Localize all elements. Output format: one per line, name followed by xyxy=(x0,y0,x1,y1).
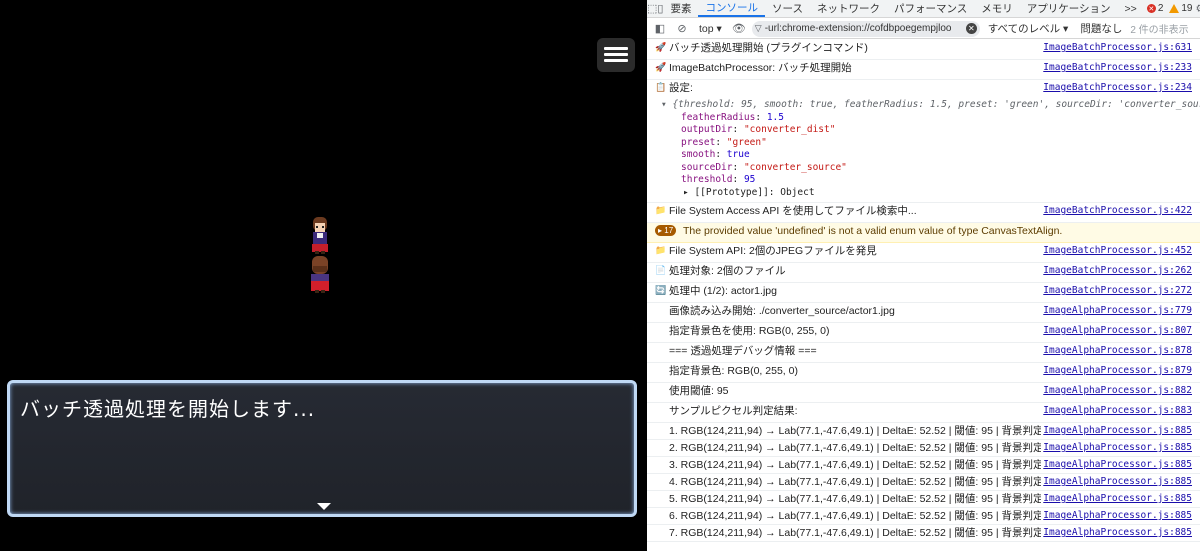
console-row: 📄 処理対象: 2個のファイル ImageBatchProcessor.js:2… xyxy=(647,263,1200,283)
context-selector[interactable]: top ▾ xyxy=(695,23,726,35)
console-row: 指定背景色を使用: RGB(0, 255, 0) ImageAlphaProce… xyxy=(647,323,1200,343)
console-row: 🚀 バッチ透過処理開始 (プラグインコマンド) ImageBatchProces… xyxy=(647,40,1200,60)
source-link[interactable]: ImageAlphaProcessor.js:883 xyxy=(1041,405,1192,417)
warning-icon xyxy=(1169,4,1180,13)
source-link[interactable]: ImageAlphaProcessor.js:885 xyxy=(1041,527,1192,539)
hidden-count: 2 件の非表示 xyxy=(1130,25,1189,36)
more-tabs-button[interactable]: >> xyxy=(1118,0,1144,17)
error-icon: ✕ xyxy=(1146,4,1156,13)
warning-repeat-count[interactable]: ▸ 17 xyxy=(655,225,677,236)
console-row: サンプルピクセル判定結果: ImageAlphaProcessor.js:883 xyxy=(647,403,1200,423)
live-expression-eye-icon[interactable]: 👁 xyxy=(730,21,748,37)
document-icon: 📄 xyxy=(655,265,667,275)
console-row: === 透過処理デバッグ情報 === ImageAlphaProcessor.j… xyxy=(647,343,1200,363)
sidebar-toggle-icon[interactable]: ◧ xyxy=(651,21,669,37)
source-link[interactable]: ImageBatchProcessor.js:234 xyxy=(1041,82,1192,94)
tab-network[interactable]: ネットワーク xyxy=(810,0,887,17)
warning-row[interactable]: ▸ 17 The provided value 'undefined' is n… xyxy=(647,223,1200,243)
tab-elements[interactable]: 要素 xyxy=(663,0,698,17)
clear-filter-icon[interactable]: ✕ xyxy=(965,23,977,34)
tab-sources[interactable]: ソース xyxy=(765,0,810,17)
follower-sprite xyxy=(311,256,329,293)
refresh-icon: 🔄 xyxy=(655,285,667,295)
console-messages[interactable]: 🚀 バッチ透過処理開始 (プラグインコマンド) ImageBatchProces… xyxy=(647,40,1200,551)
source-link[interactable]: ImageAlphaProcessor.js:779 xyxy=(1041,305,1192,317)
console-row: 指定背景色: RGB(0, 255, 0) ImageAlphaProcesso… xyxy=(647,363,1200,383)
object-property: preset: "green" xyxy=(681,136,767,148)
issues-button[interactable]: 問題なし xyxy=(1076,21,1126,36)
object-property: outputDir: "converter_dist" xyxy=(681,124,836,135)
source-link[interactable]: ImageAlphaProcessor.js:885 xyxy=(1041,459,1192,471)
console-row: 🔄 処理中 (1/2): actor1.jpg ImageBatchProces… xyxy=(647,283,1200,303)
prototype-toggle[interactable]: ▸ [[Prototype]]: Object xyxy=(647,187,1200,203)
sample-pixel-row: 4. RGB(124,211,94) → Lab(77.1,-47.6,49.1… xyxy=(647,474,1200,491)
clear-console-icon[interactable]: ⊘ xyxy=(673,21,691,37)
tab-application[interactable]: アプリケーション xyxy=(1020,0,1118,17)
sample-pixel-row: 1. RGB(124,211,94) → Lab(77.1,-47.6,49.1… xyxy=(647,423,1200,440)
hamburger-menu-button[interactable] xyxy=(597,38,635,72)
console-row: 使用閾値: 95 ImageAlphaProcessor.js:882 xyxy=(647,383,1200,403)
console-toolbar: ◧ ⊘ top ▾ 👁 ▽ ✕ すべてのレベル ▾ 問題なし 2 件の非表示 xyxy=(647,19,1200,39)
sample-pixel-row: 7. RGB(124,211,94) → Lab(77.1,-47.6,49.1… xyxy=(647,525,1200,542)
source-link[interactable]: ImageBatchProcessor.js:631 xyxy=(1041,42,1192,54)
folder-icon: 📁 xyxy=(655,205,667,215)
inspect-element-icon[interactable]: ⬚ xyxy=(647,0,657,17)
source-link[interactable]: ImageBatchProcessor.js:262 xyxy=(1041,265,1192,277)
object-property: featherRadius: 1.5 xyxy=(681,111,784,123)
source-link[interactable]: ImageBatchProcessor.js:422 xyxy=(1041,205,1192,217)
menu-bar-icon xyxy=(604,53,628,56)
sample-pixel-row: 2. RGB(124,211,94) → Lab(77.1,-47.6,49.1… xyxy=(647,440,1200,457)
source-link[interactable]: ImageAlphaProcessor.js:882 xyxy=(1041,385,1192,397)
rocket-icon: 🚀 xyxy=(655,42,667,52)
log-levels-dropdown[interactable]: すべてのレベル ▾ xyxy=(984,21,1073,36)
sample-pixel-row: 6. RGB(124,211,94) → Lab(77.1,-47.6,49.1… xyxy=(647,508,1200,525)
error-count-badge[interactable]: ✕ 2 xyxy=(1144,0,1167,17)
source-link[interactable]: ImageBatchProcessor.js:233 xyxy=(1041,62,1192,74)
source-link[interactable]: ImageAlphaProcessor.js:885 xyxy=(1041,510,1192,522)
object-summary[interactable]: ▾ {threshold: 95, smooth: true, featherR… xyxy=(647,99,1200,112)
object-property: threshold: 95 xyxy=(681,174,756,185)
menu-bar-icon xyxy=(604,59,628,62)
game-canvas[interactable]: バッチ透過処理を開始します... xyxy=(0,0,647,551)
source-link[interactable]: ImageAlphaProcessor.js:879 xyxy=(1041,365,1192,377)
source-link[interactable]: ImageAlphaProcessor.js:885 xyxy=(1041,425,1192,437)
continue-arrow-icon xyxy=(317,503,331,510)
clipboard-icon: 📋 xyxy=(655,82,667,92)
actor-sprite xyxy=(312,217,328,254)
rocket-icon: 🚀 xyxy=(655,62,667,72)
source-link[interactable]: ImageAlphaProcessor.js:885 xyxy=(1041,476,1192,488)
source-link[interactable]: ImageAlphaProcessor.js:885 xyxy=(1041,493,1192,505)
filter-box[interactable]: ▽ ✕ xyxy=(751,20,980,37)
filter-icon: ▽ xyxy=(754,23,762,33)
source-link[interactable]: ImageBatchProcessor.js:452 xyxy=(1041,245,1192,257)
tab-console[interactable]: コンソール xyxy=(698,0,765,17)
source-link[interactable]: ImageAlphaProcessor.js:878 xyxy=(1041,345,1192,357)
object-property: sourceDir: "converter_source" xyxy=(681,161,847,173)
tab-performance[interactable]: パフォーマンス xyxy=(887,0,974,17)
menu-bar-icon xyxy=(604,47,628,50)
console-row: 📋 設定: ImageBatchProcessor.js:234 xyxy=(655,82,1192,94)
devtools-tab-bar: ⬚ ▯ 要素 コンソール ソース ネットワーク パフォーマンス メモリ アプリケ… xyxy=(647,0,1200,18)
sample-pixel-row: 3. RGB(124,211,94) → Lab(77.1,-47.6,49.1… xyxy=(647,457,1200,474)
console-row: 📁 File System API: 2個のJPEGファイルを発見 ImageB… xyxy=(647,243,1200,263)
message-text: バッチ透過処理を開始します... xyxy=(20,397,316,421)
source-link[interactable]: ImageAlphaProcessor.js:885 xyxy=(1041,442,1192,454)
folder-icon: 📁 xyxy=(655,245,667,255)
tab-memory[interactable]: メモリ xyxy=(974,0,1020,17)
warning-count-badge[interactable]: 19 xyxy=(1166,0,1195,17)
console-row: 🚀 ImageBatchProcessor: バッチ処理開始 ImageBatc… xyxy=(647,60,1200,80)
source-link[interactable]: ImageAlphaProcessor.js:807 xyxy=(1041,325,1192,337)
message-window[interactable]: バッチ透過処理を開始します... xyxy=(7,380,637,517)
filter-input[interactable] xyxy=(764,23,963,34)
source-link[interactable]: ImageBatchProcessor.js:272 xyxy=(1041,285,1192,297)
object-property: smooth: true xyxy=(681,149,750,160)
settings-gear-icon[interactable]: ⚙ xyxy=(1196,0,1200,17)
sample-pixel-row: 5. RGB(124,211,94) → Lab(77.1,-47.6,49.1… xyxy=(647,491,1200,508)
console-row: 画像読み込み開始: ./converter_source/actor1.jpg … xyxy=(647,303,1200,323)
console-row: 📁 File System Access API を使用してファイル検索中...… xyxy=(647,203,1200,223)
devtools-panel: ⬚ ▯ 要素 コンソール ソース ネットワーク パフォーマンス メモリ アプリケ… xyxy=(647,0,1200,551)
